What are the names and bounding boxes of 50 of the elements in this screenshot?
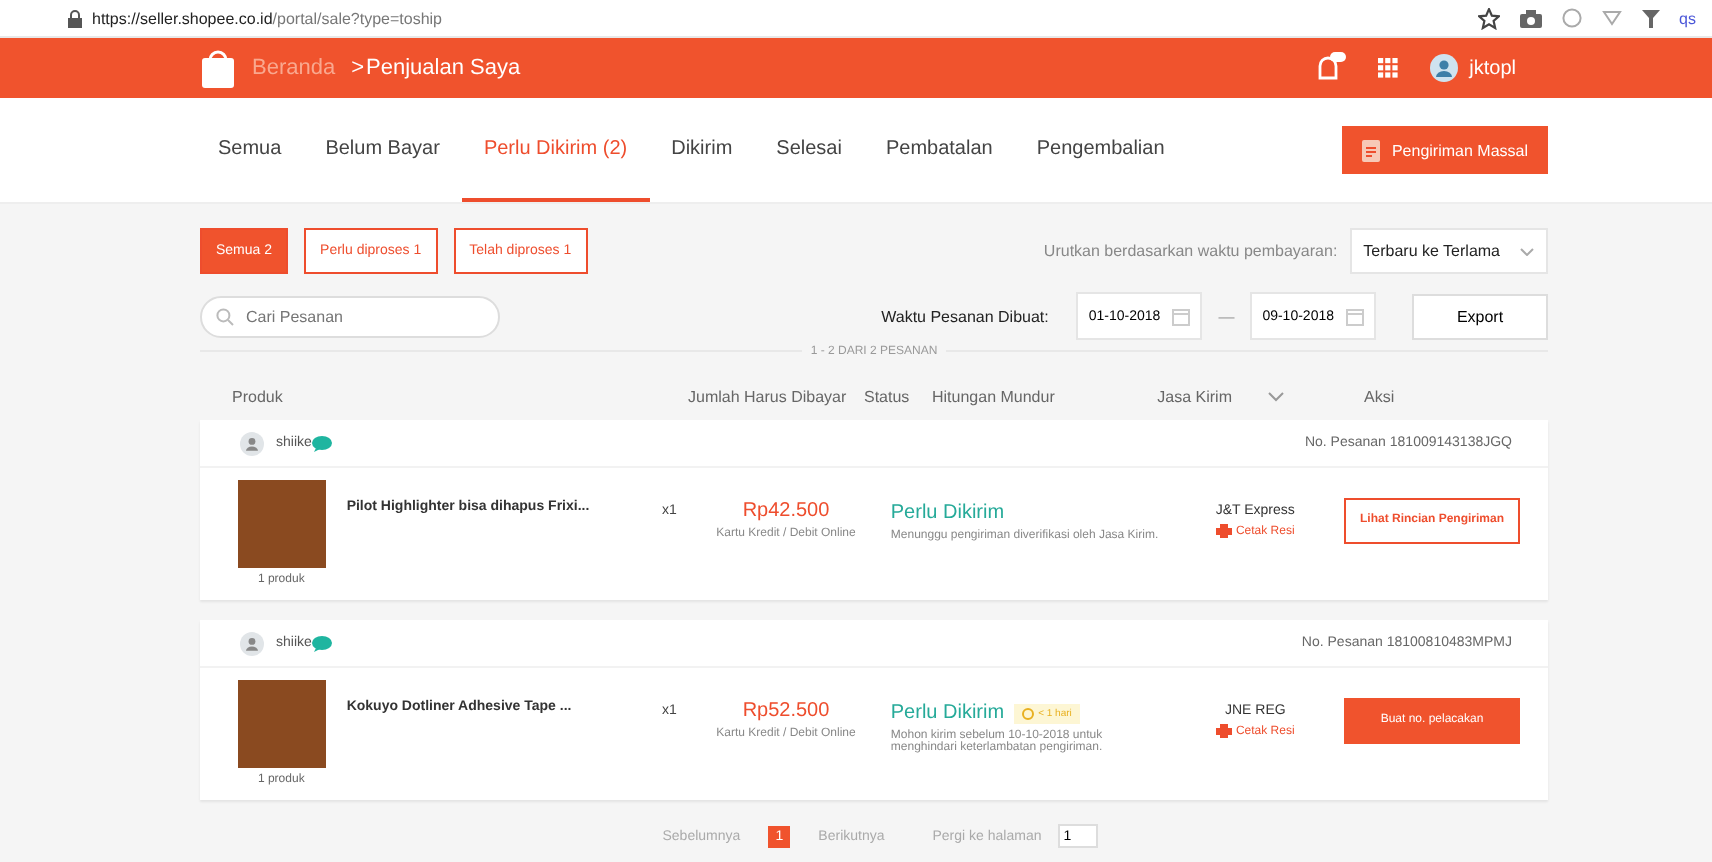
mass-shipping-button[interactable]: Pengiriman Massal <box>1341 126 1548 174</box>
page-title: Penjualan Saya <box>366 56 521 80</box>
circle-icon[interactable] <box>1561 8 1582 28</box>
date-separator: — <box>1218 307 1235 325</box>
shopping-bag-icon[interactable] <box>200 48 236 88</box>
photo-placeholder <box>237 680 326 768</box>
apps-grid-icon[interactable] <box>1377 58 1398 78</box>
column-header: Hitungan Mundur <box>932 387 1057 405</box>
search-icon <box>216 307 234 325</box>
sort-dropdown[interactable]: Terbaru ke Terlama <box>1349 228 1548 274</box>
chevron-down-icon <box>1520 247 1534 255</box>
column-header: Aksi <box>1364 387 1395 405</box>
status-tab[interactable]: Semua <box>196 98 304 202</box>
breadcrumb-separator: > <box>351 56 365 80</box>
photo-placeholder <box>237 480 326 568</box>
status-tab[interactable]: Selesai <box>754 98 864 202</box>
avatar-icon <box>240 431 264 455</box>
status-tab[interactable]: Perlu Dikirim (2) <box>461 98 650 202</box>
column-header: Produk <box>232 387 285 405</box>
status-tab[interactable]: Dikirim <box>649 98 755 202</box>
filter-icon[interactable] <box>1641 9 1660 27</box>
extension-label[interactable]: qs <box>1679 9 1696 27</box>
status-tab[interactable]: Pengembalian <box>1014 98 1187 202</box>
column-header: Status <box>864 387 912 405</box>
document-icon <box>1361 139 1380 161</box>
chat-bubble-icon[interactable] <box>311 635 332 651</box>
username[interactable]: jktopl <box>1469 57 1516 79</box>
avatar-icon <box>240 631 264 655</box>
lock-icon <box>68 9 82 27</box>
star-icon[interactable] <box>1477 7 1500 29</box>
price: Rp42.500 <box>742 500 830 522</box>
camera-icon[interactable] <box>1519 9 1542 27</box>
avatar-icon[interactable] <box>1429 54 1458 82</box>
column-header: Jumlah Harus Dibayar <box>688 387 849 405</box>
price: Rp52.500 <box>742 700 830 722</box>
column-header: Jasa Kirim <box>1155 387 1232 405</box>
notification-bell-icon[interactable] <box>1313 52 1346 84</box>
order-status: Perlu Dikirim <box>890 502 1005 524</box>
clock-icon <box>1022 707 1035 719</box>
sort-label: Urutkan berdasarkan waktu pembayaran: <box>1043 242 1338 260</box>
order-status: Perlu Dikirim <box>890 702 1005 724</box>
calendar-icon <box>1346 307 1364 325</box>
status-tab[interactable]: Pembatalan <box>863 98 1015 202</box>
status-tab[interactable]: Belum Bayar <box>303 98 462 202</box>
chevron-down-icon[interactable] <box>1268 391 1284 401</box>
search-field[interactable]: Cari Pesanan <box>200 295 500 337</box>
date-label: Waktu Pesanan Dibuat: <box>881 307 1049 325</box>
chat-bubble-icon[interactable] <box>311 435 332 451</box>
calendar-icon <box>1172 307 1191 325</box>
export-button[interactable]: Export <box>1412 293 1548 339</box>
